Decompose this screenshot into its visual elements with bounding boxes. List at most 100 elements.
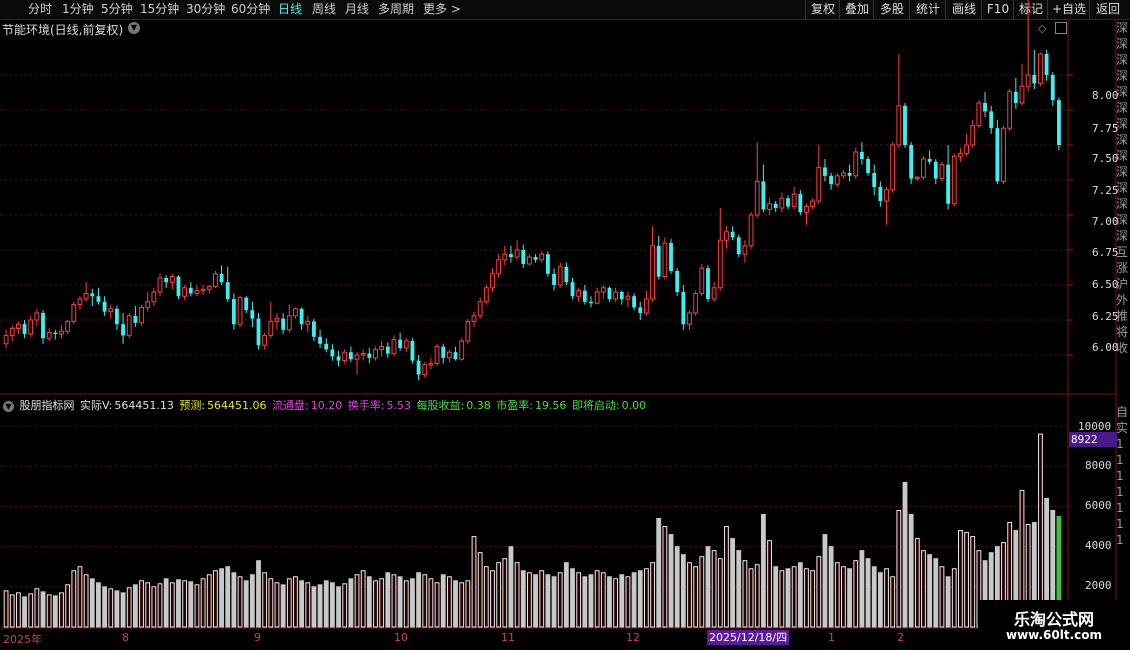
volume-bar xyxy=(699,556,705,628)
price-tick: 6.75 xyxy=(1092,246,1119,259)
price-tick: 7.50 xyxy=(1092,152,1119,165)
candle-body xyxy=(77,298,83,306)
candle-body xyxy=(330,349,335,357)
volume-bar xyxy=(607,576,612,628)
volume-bar xyxy=(360,570,366,628)
candle-body xyxy=(589,301,593,304)
volume-bar xyxy=(213,570,218,628)
candle-body xyxy=(108,308,114,313)
candle-body xyxy=(613,291,619,300)
indicator-label-eps: 每股收益: xyxy=(416,399,465,412)
volume-bar xyxy=(680,554,686,628)
candle-body xyxy=(1019,85,1025,104)
volume-bar xyxy=(804,568,809,628)
candle-body xyxy=(607,287,612,299)
candle-body xyxy=(884,189,889,202)
right-strip-char: 收 xyxy=(1116,341,1129,355)
volume-bar xyxy=(410,578,415,628)
right-strip-char: 深 xyxy=(1116,85,1129,99)
volume-bar xyxy=(810,570,816,628)
candle-body xyxy=(669,243,673,271)
price-tick: 8.00 xyxy=(1092,89,1119,102)
candle-body xyxy=(22,324,27,334)
indicator-label-forecast: 预测: xyxy=(179,399,206,412)
candle-body xyxy=(521,250,526,264)
xaxis-highlight-date: 2025/12/18/四 xyxy=(707,630,790,645)
volume-current-badge: 8922 xyxy=(1069,432,1117,447)
candle-body xyxy=(662,242,668,278)
indicator-value-launch: 0.00 xyxy=(621,399,647,412)
candle-body xyxy=(28,319,34,335)
xaxis-label: 12 xyxy=(626,631,640,644)
candle-body xyxy=(121,324,125,336)
candle-body xyxy=(471,315,477,322)
candle-body xyxy=(909,145,914,179)
candle-body xyxy=(748,214,754,247)
volume-bar xyxy=(871,566,877,628)
volume-bar xyxy=(822,534,828,628)
volume-bar xyxy=(471,536,477,628)
candle-body xyxy=(379,346,385,350)
candle-body xyxy=(237,297,243,325)
candle-body xyxy=(730,231,735,238)
volume-bar xyxy=(724,526,729,628)
candle-body xyxy=(810,200,816,208)
right-strip-char: 深 xyxy=(1116,21,1129,35)
volume-bar xyxy=(453,580,458,628)
volume-bar xyxy=(126,587,132,628)
volume-bar xyxy=(490,570,495,628)
candle-body xyxy=(403,340,409,349)
right-strip-char: 1 xyxy=(1116,437,1124,451)
candle-body xyxy=(557,266,563,286)
volume-tick: 6000 xyxy=(1085,499,1112,512)
volume-bar xyxy=(446,576,452,628)
volume-bar xyxy=(459,582,465,628)
price-tick: 7.75 xyxy=(1092,122,1119,135)
right-strip-char: 外 xyxy=(1116,293,1129,307)
volume-bar xyxy=(225,566,231,628)
volume-bar xyxy=(797,562,803,628)
candle-body xyxy=(194,290,200,294)
volume-bar xyxy=(77,566,83,628)
right-strip-char: 深 xyxy=(1116,69,1129,83)
volume-bar xyxy=(477,552,483,628)
volume-bar xyxy=(274,582,280,628)
volume-bar xyxy=(3,590,9,628)
right-strip-char: 深 xyxy=(1116,213,1129,227)
candle-body xyxy=(946,164,951,204)
volume-bar xyxy=(939,566,945,628)
volume-bar xyxy=(46,594,52,628)
candle-body xyxy=(853,151,859,177)
candle-body xyxy=(348,352,353,360)
indicator-label-launch: 即将启动: xyxy=(571,399,620,412)
right-strip-char: 深 xyxy=(1116,117,1129,131)
candle-body xyxy=(1044,54,1049,75)
indicator-label-float: 流通盘: xyxy=(272,399,309,412)
volume-bar xyxy=(219,568,224,628)
xaxis-label: 9 xyxy=(254,631,261,644)
volume-bar xyxy=(206,574,212,628)
volume-bar xyxy=(945,576,951,628)
volume-bar xyxy=(877,572,883,628)
candle-body xyxy=(903,105,907,145)
volume-bar xyxy=(1038,433,1043,628)
watermark-url: www.60lt.com xyxy=(1005,628,1103,642)
candle-body xyxy=(151,291,157,303)
indicator-value-forecast: 564451.06 xyxy=(207,399,267,412)
candle-body xyxy=(126,315,132,336)
volume-bar xyxy=(545,574,551,628)
candle-body xyxy=(829,175,834,185)
candle-body xyxy=(428,362,434,366)
volume-bar xyxy=(514,562,520,628)
candle-body xyxy=(914,176,920,180)
right-strip-char xyxy=(1116,388,1130,404)
indicator-value-turnover: 5.53 xyxy=(386,399,412,412)
candle-body xyxy=(847,173,852,176)
indicator-name[interactable]: 股朋指标网 xyxy=(20,399,75,412)
candle-body xyxy=(798,194,803,213)
right-strip-char: 自 xyxy=(1116,405,1129,419)
volume-bar xyxy=(951,568,957,628)
indicator-chevron-down-icon[interactable]: ▼ xyxy=(3,400,14,412)
candle-body xyxy=(274,318,280,322)
candle-body xyxy=(391,339,397,355)
